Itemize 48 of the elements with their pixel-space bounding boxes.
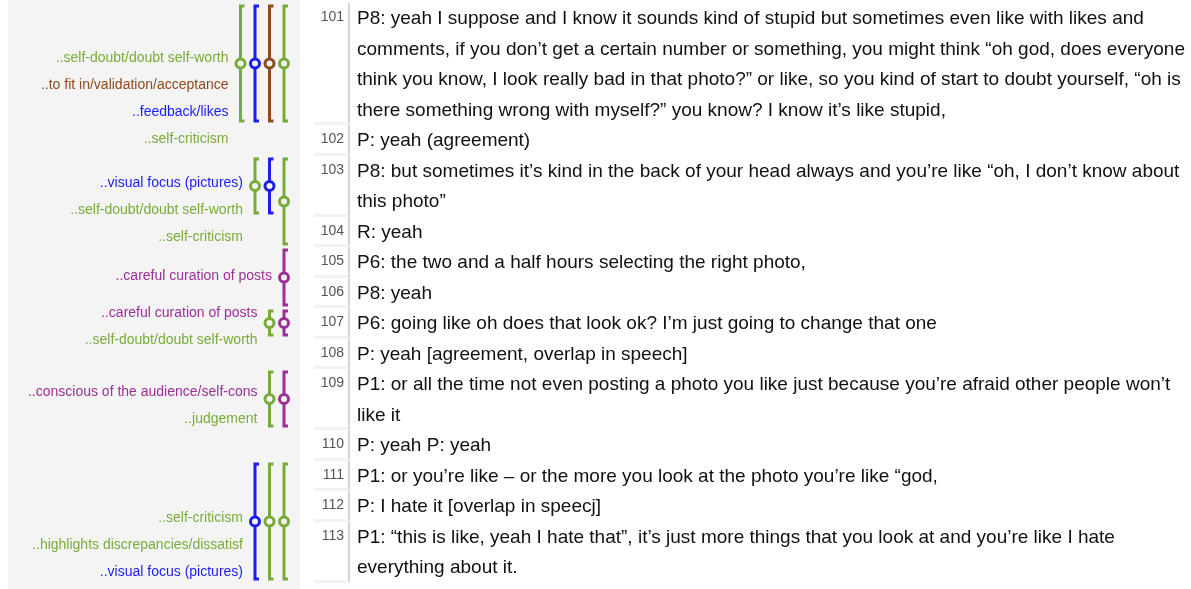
transcript-paragraph: P8: yeah bbox=[356, 280, 433, 305]
line-number: 109 bbox=[320, 374, 344, 390]
line-number: 110 bbox=[321, 435, 344, 451]
line-number: 101 bbox=[320, 8, 344, 24]
coding-stripe[interactable] bbox=[278, 248, 290, 307]
code-label[interactable]: ..careful curation of posts bbox=[101, 302, 258, 322]
code-label[interactable]: ..judgement bbox=[184, 408, 258, 428]
line-number: 112 bbox=[321, 496, 344, 512]
transcript-paragraph: P1: or you’re like – or the more you look at the photo you’re like “god, bbox=[356, 463, 939, 488]
line-number: 111 bbox=[322, 465, 344, 482]
transcript-paragraph: P: I hate it [overlap in speecj] bbox=[356, 494, 602, 518]
line-number: 102 bbox=[320, 130, 344, 146]
coding-stripe[interactable] bbox=[263, 4, 276, 123]
transcript-paragraph: P8: yeah I suppose and I know it sounds kind of stupid but sometimes even like with likes and comments, if you don’t get a certain number or something, you might think “oh god, does everyone think you know, I look really bad in that photo?” or like, so you kind of start to doubt yourself, “oh is there something wrong with myself?” you know? I know it’s like stupid, bbox=[356, 6, 1186, 122]
line-number: 113 bbox=[321, 526, 344, 543]
code-label[interactable]: ..self-criticism bbox=[158, 226, 243, 246]
transcript-paragraph: P: yeah (agreement) bbox=[356, 128, 532, 152]
code-label[interactable]: ..self-doubt/doubt self-worth bbox=[70, 199, 243, 219]
line-number: 108 bbox=[320, 343, 344, 360]
transcript-paragraph: P8: but sometimes it’s kind in the back of your head always and you’re like “oh, I don’t know about this photo” bbox=[356, 158, 1181, 213]
coding-stripe[interactable] bbox=[278, 370, 290, 428]
coding-stripe[interactable] bbox=[249, 4, 261, 123]
code-label[interactable]: ..conscious of the audience/self-cons bbox=[27, 381, 258, 401]
transcript-paragraph: P6: going like oh does that look ok? I’m just going to change that one bbox=[356, 311, 938, 335]
transcript-paragraph: P1: or all the time not even posting a photo you like just because you’re afraid other people won’t like it bbox=[356, 372, 1172, 427]
code-label[interactable]: ..self-criticism bbox=[158, 507, 243, 527]
coding-stripe[interactable] bbox=[278, 309, 290, 337]
transcript-paragraph: R: yeah bbox=[356, 219, 424, 244]
transcript-paragraph: P: yeah [agreement, overlap in speech] bbox=[356, 341, 689, 366]
transcript-paragraph: P1: “this is like, yeah I hate that”, it’s just more things that you look at and you’re like I hate everything about it. bbox=[356, 524, 1116, 579]
line-number: 104 bbox=[320, 221, 344, 238]
code-label[interactable]: ..highlights discrepancies/dissatisf bbox=[32, 534, 243, 554]
line-number: 103 bbox=[320, 160, 344, 177]
code-label[interactable]: ..to fit in/validation/acceptance bbox=[40, 74, 229, 94]
code-label[interactable]: ..visual focus (pictures) bbox=[99, 172, 243, 192]
code-label[interactable]: ..self-doubt/doubt self-worth bbox=[84, 329, 258, 349]
transcript-paragraph: P: yeah P: yeah bbox=[356, 433, 493, 457]
line-number: 105 bbox=[320, 252, 344, 268]
line-number: 107 bbox=[320, 313, 344, 329]
code-label[interactable]: ..feedback/likes bbox=[132, 101, 229, 121]
line-number: 106 bbox=[320, 282, 344, 299]
code-label[interactable]: ..visual focus (pictures) bbox=[99, 561, 243, 581]
transcript-paragraph: P6: the two and a half hours selecting the right photo, bbox=[356, 250, 807, 274]
coding-stripe[interactable] bbox=[249, 462, 261, 581]
coding-stripe[interactable] bbox=[263, 157, 276, 215]
code-label[interactable]: ..self-criticism bbox=[143, 128, 229, 148]
code-label[interactable]: ..self-doubt/doubt self-worth bbox=[55, 47, 229, 67]
code-label[interactable]: ..careful curation of posts bbox=[115, 265, 272, 285]
